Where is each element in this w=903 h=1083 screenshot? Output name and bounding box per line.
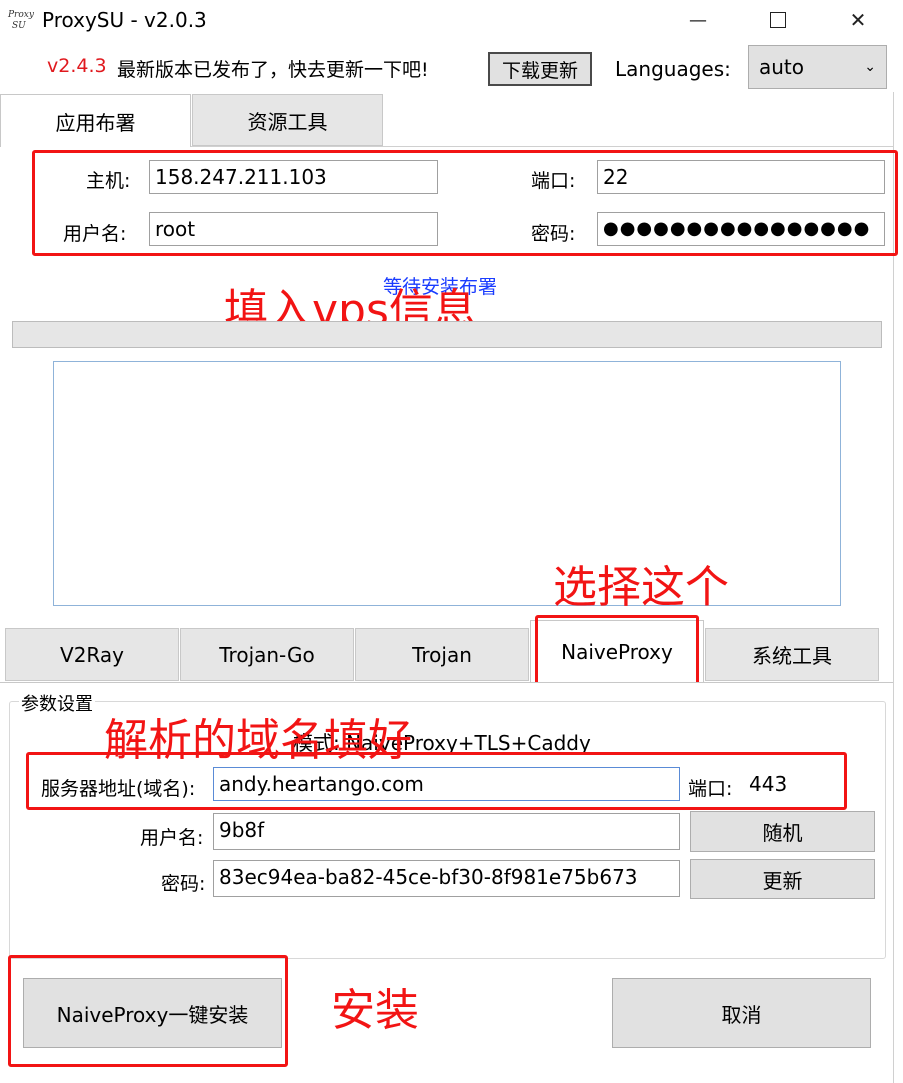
maximize-button[interactable] xyxy=(738,0,818,40)
language-value: auto xyxy=(759,55,805,79)
annotation-box-domain xyxy=(26,752,847,810)
tab-trojan-label: Trojan xyxy=(412,642,472,667)
tab-trojan[interactable]: Trojan xyxy=(355,628,529,681)
tab-app-deploy[interactable]: 应用布署 xyxy=(0,94,191,147)
annotation-box-naiveproxy xyxy=(535,615,699,686)
languages-label: Languages: xyxy=(615,57,731,81)
tab-trojan-go-label: Trojan-Go xyxy=(219,642,315,667)
language-select[interactable]: auto ⌄ xyxy=(748,45,887,89)
progress-bar xyxy=(12,321,882,348)
annotation-box-vps xyxy=(32,150,898,256)
tab-trojan-go[interactable]: Trojan-Go xyxy=(180,628,354,681)
random-username-button[interactable]: 随机 xyxy=(690,811,875,852)
annotation-choose-this: 选择这个 xyxy=(553,562,729,613)
tab-v2ray[interactable]: V2Ray xyxy=(5,628,179,681)
download-update-button[interactable]: 下载更新 xyxy=(488,52,592,86)
update-message: 最新版本已发布了，快去更新一下吧! xyxy=(117,59,429,81)
window-title: ProxySU - v2.0.3 xyxy=(42,8,207,32)
proxy-password-label: 密码: xyxy=(161,873,206,895)
app-logo-icon: Proxy SU xyxy=(6,6,35,32)
update-version: v2.4.3 xyxy=(47,55,107,77)
close-button[interactable]: ✕ xyxy=(818,0,898,40)
refresh-password-button[interactable]: 更新 xyxy=(690,859,875,899)
cancel-button[interactable]: 取消 xyxy=(612,978,871,1048)
params-group-title: 参数设置 xyxy=(19,690,95,716)
tab-resource-tools-label: 资源工具 xyxy=(247,109,328,134)
tab-system-tools[interactable]: 系统工具 xyxy=(705,628,879,681)
chevron-down-icon: ⌄ xyxy=(864,59,876,75)
tab-resource-tools[interactable]: 资源工具 xyxy=(192,94,383,146)
minimize-button[interactable]: — xyxy=(658,0,738,40)
proxy-username-label: 用户名: xyxy=(140,827,204,849)
tab-system-tools-label: 系统工具 xyxy=(752,644,832,668)
proxy-password-input[interactable]: 83ec94ea-ba82-45ce-bf30-8f981e75b673 xyxy=(213,860,680,897)
annotation-install: 安装 xyxy=(331,985,419,1036)
svg-text:Proxy: Proxy xyxy=(7,10,34,20)
annotation-box-install xyxy=(8,955,288,1067)
tab-app-deploy-label: 应用布署 xyxy=(55,110,136,135)
maximize-icon xyxy=(770,12,786,28)
proxy-username-input[interactable]: 9b8f xyxy=(213,813,680,850)
title-bar: Proxy SU ProxySU - v2.0.3 — ✕ xyxy=(0,0,903,42)
tab-v2ray-label: V2Ray xyxy=(60,642,124,667)
svg-text:SU: SU xyxy=(12,21,26,31)
